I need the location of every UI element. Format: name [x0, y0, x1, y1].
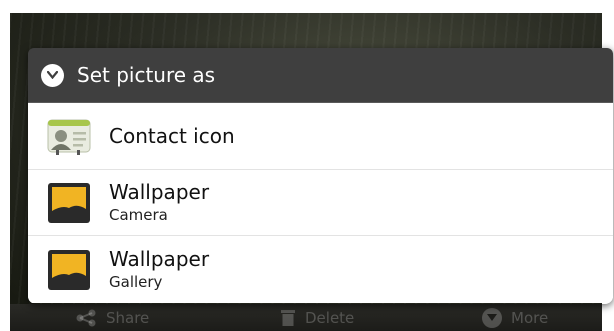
option-texts: Wallpaper Camera	[109, 180, 209, 225]
contact-card-icon	[45, 112, 93, 160]
dialog-title: Set picture as	[77, 63, 216, 87]
more-icon	[482, 307, 502, 328]
share-action: Share	[75, 309, 149, 327]
delete-label: Delete	[305, 308, 355, 327]
option-contact-icon[interactable]: Contact icon	[28, 103, 613, 170]
wallpaper-image-icon	[45, 246, 93, 294]
wallpaper-image-icon	[45, 179, 93, 227]
chevron-down-circle-icon	[41, 63, 64, 87]
set-picture-dialog: Set picture as Contact icon Wallpaper Ca…	[28, 48, 613, 304]
option-label: Wallpaper	[109, 247, 210, 271]
option-wallpaper-camera[interactable]: Wallpaper Camera	[28, 170, 613, 236]
option-sublabel: Camera	[109, 206, 168, 224]
background-action-bar: Share Delete More	[10, 304, 602, 331]
option-list: Contact icon Wallpaper Camera Wallpaper …	[28, 103, 613, 303]
share-label: Share	[106, 308, 150, 327]
trash-icon	[281, 309, 295, 326]
share-icon	[76, 309, 96, 326]
option-label: Contact icon	[109, 124, 235, 148]
option-texts: Contact icon	[109, 124, 235, 148]
more-action: More	[482, 307, 549, 328]
delete-action: Delete	[280, 309, 354, 327]
option-sublabel: Gallery	[109, 273, 163, 291]
dialog-titlebar: Set picture as	[28, 48, 613, 103]
more-label: More	[511, 308, 549, 327]
option-wallpaper-gallery[interactable]: Wallpaper Gallery	[28, 236, 613, 303]
option-texts: Wallpaper Gallery	[109, 247, 209, 292]
option-label: Wallpaper	[109, 180, 210, 204]
